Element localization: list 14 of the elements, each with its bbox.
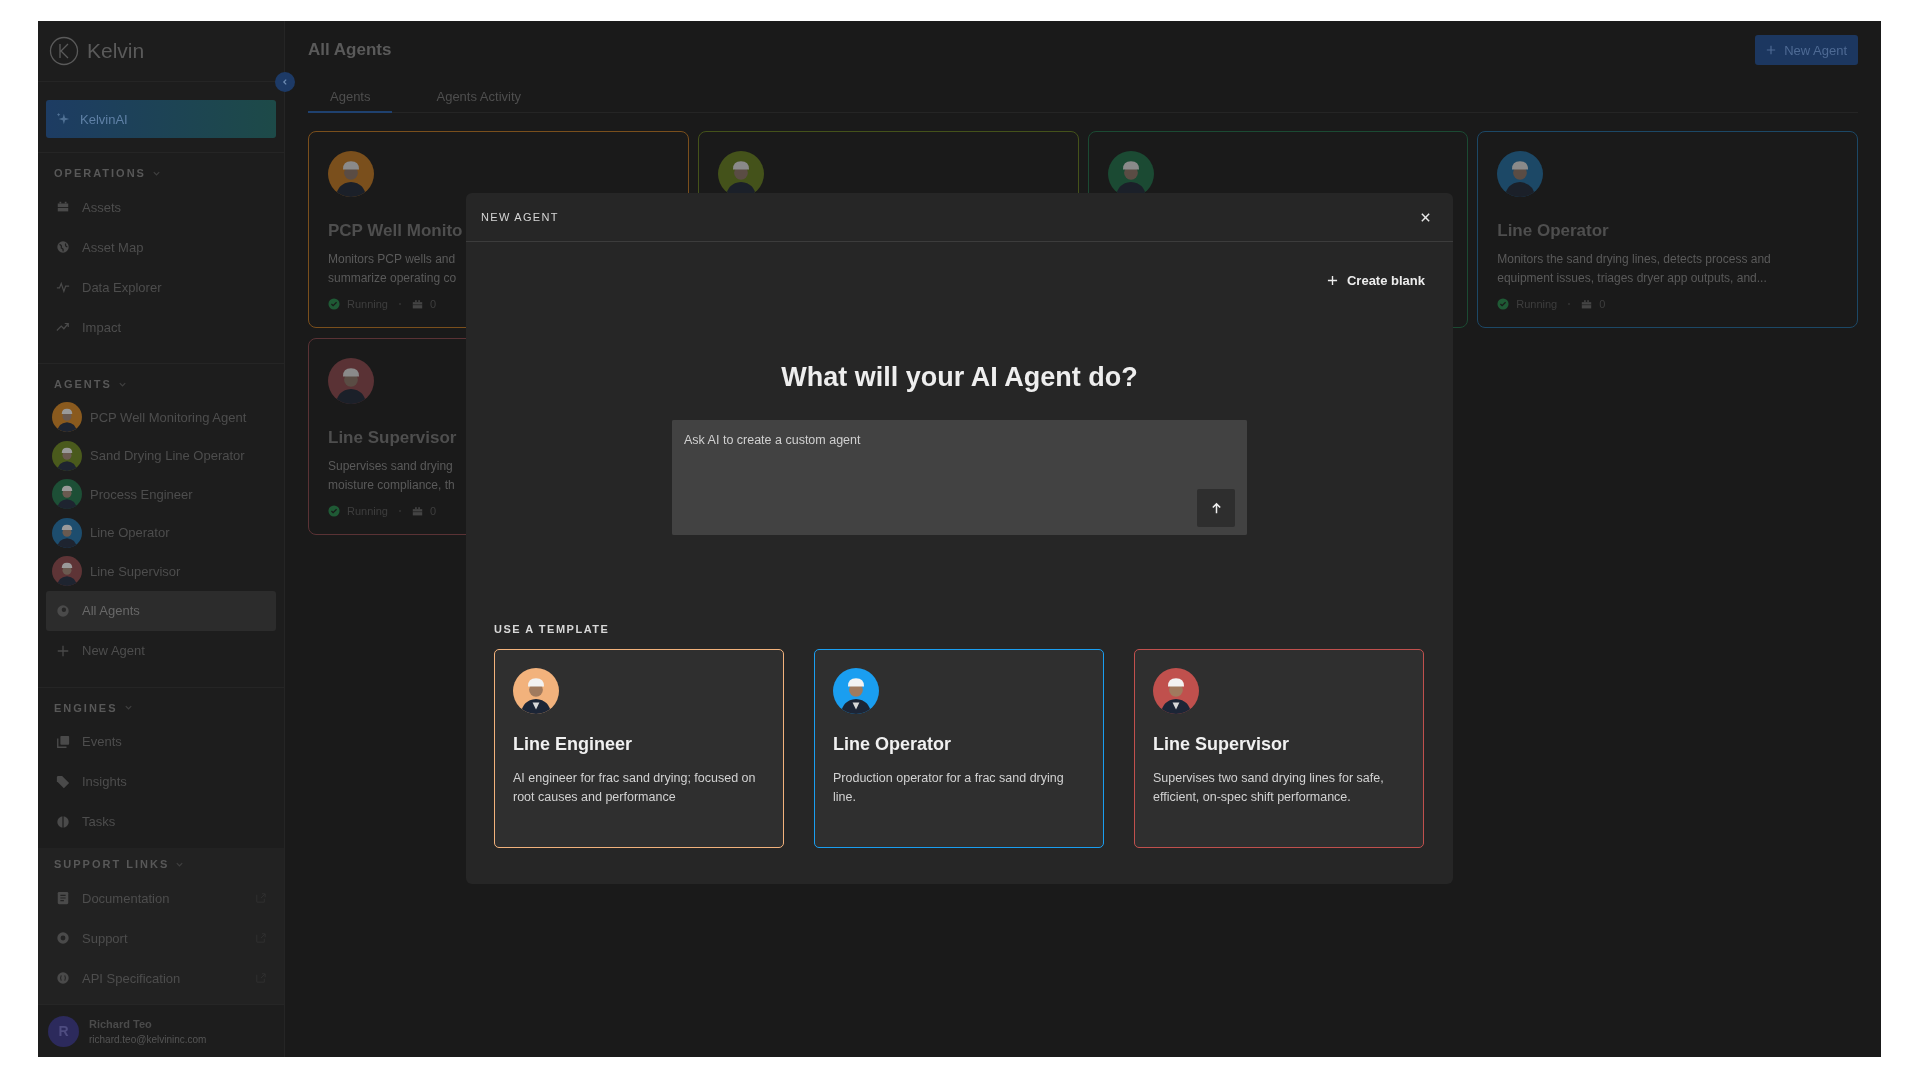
- card-description: Monitors the sand drying lines, detects process and equipment issues, triages dryer app outputs, and...: [1497, 251, 1772, 287]
- template-title: Line Supervisor: [1153, 734, 1291, 755]
- template-title: Line Engineer: [513, 734, 634, 755]
- template-description: Production operator for a frac sand drying line.: [833, 770, 1065, 806]
- page-title: All Agents: [308, 40, 392, 60]
- template-description: Supervises two sand drying lines for safe, efficient, on-spec shift performance.: [1153, 770, 1385, 806]
- logo-text: Kelvin: [87, 39, 145, 63]
- dialog-title: NEW AGENT: [481, 211, 559, 223]
- dialog-heading: What will your AI Agent do?: [780, 362, 1139, 393]
- template-title: Line Operator: [833, 734, 953, 755]
- section-heading: USE A TEMPLATE: [494, 623, 611, 635]
- template-description: AI engineer for frac sand drying; focused on root causes and performance: [513, 770, 757, 806]
- card-description: Monitors PCP wells and summarize operating co: [328, 251, 458, 287]
- card-description: Supervises sand drying moisture compliance, th: [328, 458, 456, 494]
